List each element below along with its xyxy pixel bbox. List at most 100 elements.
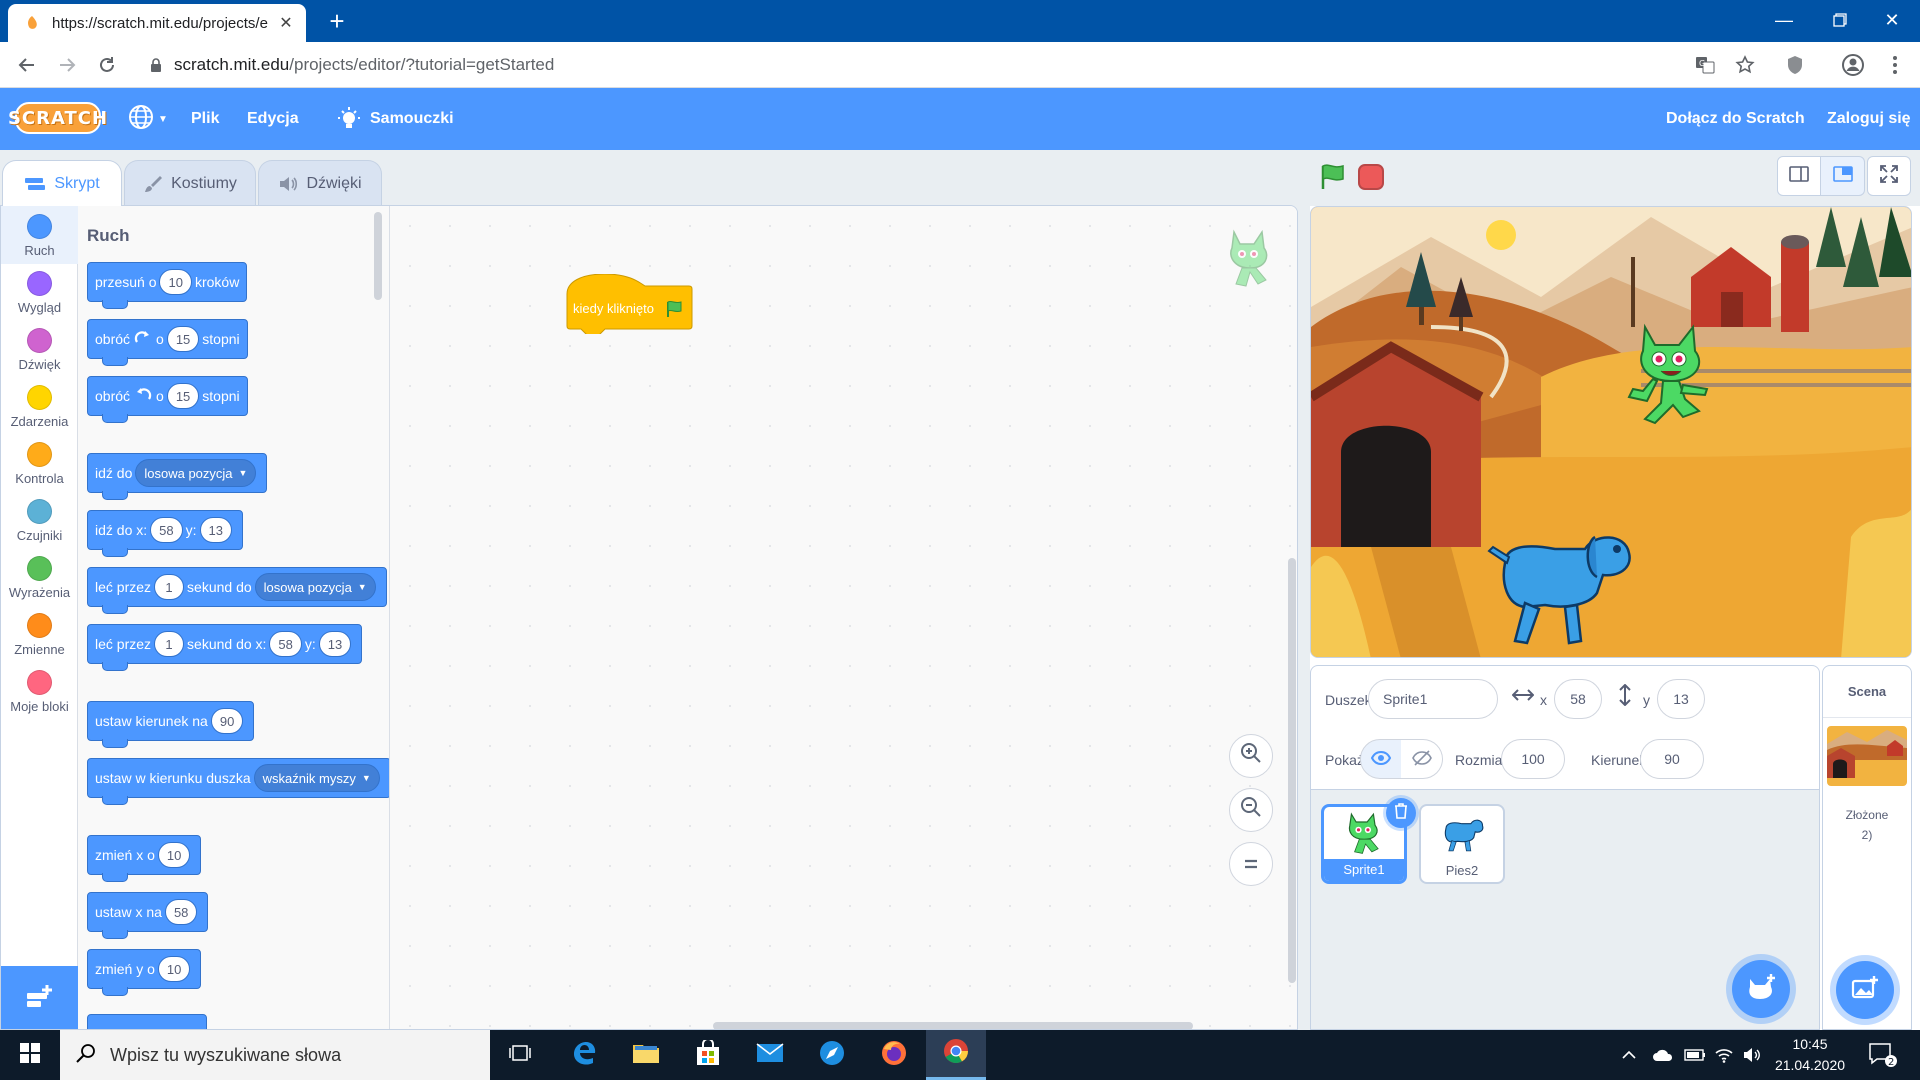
stage-canvas[interactable] — [1310, 206, 1912, 658]
scratch-logo[interactable]: SCRATCH — [8, 102, 107, 134]
wifi-icon[interactable] — [1714, 1030, 1734, 1080]
battery-icon[interactable] — [1684, 1030, 1706, 1080]
block-go-to[interactable]: idź do losowa pozycja ▼ — [87, 453, 268, 500]
x-input[interactable]: 58 — [269, 631, 302, 657]
back-arrow-icon[interactable] — [12, 50, 42, 80]
browser-tab[interactable]: https://scratch.mit.edu/projects/e ✕ — [8, 4, 306, 42]
block-glide-to-xy[interactable]: leć przez 1 sekund do x: 58 y: 13 — [87, 624, 363, 671]
normal-stage-button[interactable] — [1821, 156, 1865, 196]
add-backdrop-button[interactable] — [1836, 961, 1894, 1019]
direction-input[interactable]: 90 — [1640, 739, 1704, 779]
degrees-input[interactable]: 15 — [166, 383, 200, 409]
palette-scrollbar[interactable] — [374, 212, 382, 300]
block-turn-left[interactable]: obróć o 15 stopni — [87, 376, 248, 423]
tab-costumes[interactable]: Kostiumy — [124, 160, 256, 206]
new-tab-button[interactable]: + — [322, 7, 352, 37]
category-8[interactable]: Moje bloki — [1, 662, 78, 720]
hide-sprite-button[interactable] — [1401, 739, 1443, 779]
dog-sprite[interactable] — [1485, 523, 1635, 649]
category-2[interactable]: Dźwięk — [1, 320, 78, 378]
stop-button[interactable] — [1358, 164, 1384, 190]
close-window-icon[interactable]: ✕ — [1864, 0, 1920, 40]
zoom-out-button[interactable] — [1229, 788, 1273, 832]
block-point-in-direction[interactable]: ustaw kierunek na 90 — [87, 701, 255, 748]
script-vertical-scrollbar[interactable] — [1288, 558, 1296, 983]
seconds-input[interactable]: 1 — [154, 631, 185, 657]
fullscreen-button[interactable] — [1867, 156, 1911, 196]
category-1[interactable]: Wygląd — [1, 263, 78, 321]
tutorials-menu[interactable]: Samouczki — [337, 88, 454, 150]
notifications-button[interactable]: 2 — [1868, 1030, 1898, 1080]
y-input[interactable]: 13 — [1657, 679, 1705, 719]
store-app-button[interactable] — [678, 1030, 738, 1080]
goto-target-dropdown[interactable]: losowa pozycja ▼ — [135, 459, 257, 487]
set-x-input[interactable]: 58 — [164, 899, 198, 925]
direction-input[interactable]: 90 — [210, 708, 244, 734]
zoom-reset-button[interactable] — [1229, 842, 1273, 886]
firefox-app-button[interactable] — [864, 1030, 924, 1080]
browser-menu-icon[interactable] — [1880, 50, 1910, 80]
steps-input[interactable]: 10 — [159, 269, 192, 295]
file-explorer-button[interactable] — [616, 1030, 676, 1080]
block-change-x[interactable]: zmień x o 10 — [87, 835, 202, 882]
reload-icon[interactable] — [92, 50, 122, 80]
add-sprite-button[interactable] — [1732, 960, 1790, 1018]
x-input[interactable]: 58 — [1554, 679, 1602, 719]
onedrive-cloud-icon[interactable] — [1652, 1030, 1674, 1080]
category-3[interactable]: Zdarzenia — [1, 377, 78, 435]
edge-app-button[interactable] — [554, 1030, 614, 1080]
chrome-app-button[interactable] — [926, 1030, 986, 1080]
category-7[interactable]: Zmienne — [1, 605, 78, 663]
forward-arrow-icon[interactable] — [52, 50, 82, 80]
edit-menu[interactable]: Edycja — [247, 88, 299, 150]
block-glide-to[interactable]: leć przez 1 sekund do losowa pozycja ▼ — [87, 567, 387, 614]
category-4[interactable]: Kontrola — [1, 434, 78, 492]
minimize-icon[interactable]: — — [1756, 0, 1812, 40]
block-change-y[interactable]: zmień y o 10 — [87, 949, 202, 996]
join-scratch-link[interactable]: Dołącz do Scratch — [1666, 88, 1805, 150]
volume-icon[interactable] — [1742, 1030, 1762, 1080]
block-move-steps[interactable]: przesuń o 10 kroków — [87, 262, 248, 309]
start-button[interactable] — [0, 1030, 60, 1080]
script-area[interactable]: kiedy kliknięto — [390, 206, 1297, 1029]
bookmark-star-icon[interactable] — [1730, 50, 1760, 80]
y-input[interactable]: 13 — [318, 631, 352, 657]
category-0[interactable]: Ruch — [1, 206, 78, 264]
category-6[interactable]: Wyrażenia — [1, 548, 78, 606]
app-button[interactable] — [802, 1030, 862, 1080]
task-view-button[interactable] — [490, 1030, 550, 1080]
degrees-input[interactable]: 15 — [166, 326, 200, 352]
green-flag-button[interactable] — [1318, 163, 1346, 196]
file-menu[interactable]: Plik — [191, 88, 219, 150]
glide-target-dropdown[interactable]: losowa pozycja ▼ — [254, 573, 376, 601]
add-extension-button[interactable] — [1, 966, 78, 1029]
language-menu[interactable]: ▼ — [128, 88, 168, 150]
sprite-thumb-pies2[interactable]: Pies2 — [1419, 804, 1505, 884]
y-input[interactable]: 13 — [199, 517, 232, 543]
block-partial[interactable] — [87, 1014, 207, 1029]
tab-close-icon[interactable]: ✕ — [276, 13, 296, 33]
restore-icon[interactable] — [1812, 0, 1868, 40]
script-horizontal-scrollbar[interactable] — [713, 1022, 1193, 1029]
block-point-towards[interactable]: ustaw w kierunku duszka wskaźnik myszy ▼ — [87, 758, 389, 805]
sprite-name-input[interactable]: Sprite1 — [1368, 679, 1498, 719]
size-input[interactable]: 100 — [1501, 739, 1565, 779]
extension-shield-icon[interactable] — [1780, 50, 1810, 80]
show-sprite-button[interactable] — [1360, 739, 1402, 779]
seconds-input[interactable]: 1 — [154, 574, 185, 600]
delete-sprite-button[interactable] — [1386, 798, 1416, 828]
url-field[interactable]: scratch.mit.edu/projects/editor/?tutoria… — [136, 47, 1774, 83]
stage-selector-pane[interactable]: Scena Złożone 2) — [1822, 665, 1912, 1030]
block-turn-right[interactable]: obróć o 15 stopni — [87, 319, 248, 366]
system-clock[interactable]: 10:45 21.04.2020 — [1760, 1034, 1860, 1076]
category-5[interactable]: Czujniki — [1, 491, 78, 549]
block-set-x[interactable]: ustaw x na 58 — [87, 892, 209, 939]
translate-icon[interactable]: G — [1690, 50, 1720, 80]
point-towards-dropdown[interactable]: wskaźnik myszy ▼ — [253, 764, 380, 792]
cat-sprite[interactable] — [1623, 319, 1713, 425]
block-go-to-xy[interactable]: idź do x: 58 y: 13 — [87, 510, 243, 557]
tab-sounds[interactable]: Dźwięki — [258, 160, 382, 206]
profile-avatar-icon[interactable] — [1838, 50, 1868, 80]
small-stage-button[interactable] — [1777, 156, 1821, 196]
zoom-in-button[interactable] — [1229, 734, 1273, 778]
